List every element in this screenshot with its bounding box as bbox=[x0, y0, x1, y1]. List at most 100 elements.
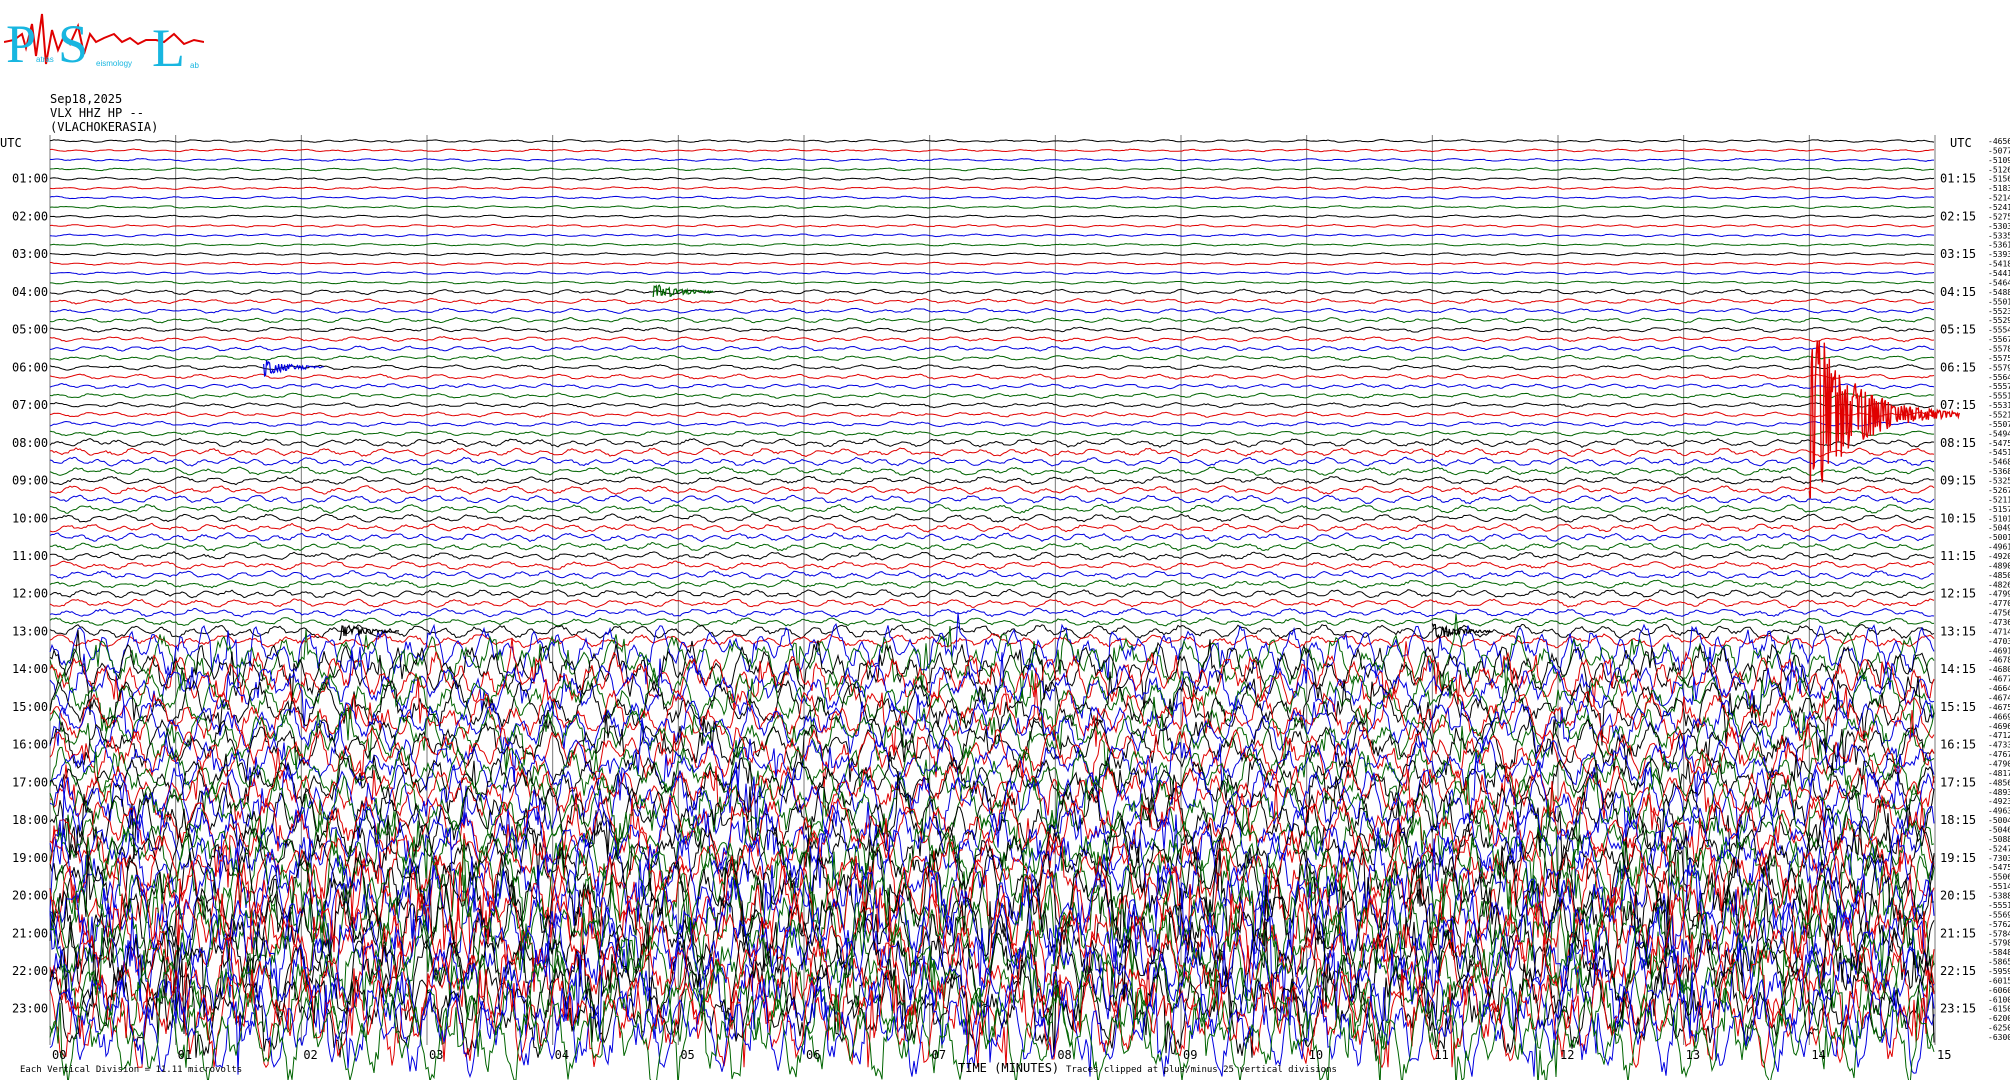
seismic-trace bbox=[49, 157, 1934, 162]
trace-offset-label: -4714 bbox=[1988, 627, 2010, 636]
right-hour-label: 16:15 bbox=[1940, 738, 1976, 752]
helicorder-chart: 01:00 02:00 03:00 04:00 05:00 06:00 07:00 08:00… bbox=[0, 135, 2010, 1080]
x-tick-label: 09 bbox=[1183, 1048, 1197, 1062]
trace-offset-label: -5567 bbox=[1988, 335, 2010, 344]
x-tick-label: 02 bbox=[303, 1048, 317, 1062]
trace-offset-label: -5798 bbox=[1988, 939, 2010, 948]
trace-offset-label: -5475 bbox=[1988, 439, 2010, 448]
left-hour-label: 15:00 bbox=[12, 700, 48, 714]
trace-offset-label: -4923 bbox=[1988, 797, 2010, 806]
right-hour-label: 19:15 bbox=[1940, 851, 1976, 865]
trace-offset-label: -5865 bbox=[1988, 958, 2010, 967]
seismic-trace bbox=[49, 430, 1934, 437]
left-hour-label: 22:00 bbox=[12, 964, 48, 978]
trace-offset-label: -6060 bbox=[1988, 986, 2010, 995]
seismic-trace bbox=[49, 298, 1935, 305]
trace-offset-label: -5303 bbox=[1988, 222, 2010, 231]
right-hour-label: 20:15 bbox=[1940, 889, 1976, 903]
trace-offset-label: -4678 bbox=[1988, 656, 2010, 665]
trace-offset-label: -4756 bbox=[1988, 609, 2010, 618]
seismic-trace bbox=[49, 569, 1935, 580]
event-mark bbox=[1808, 340, 1960, 499]
seismic-trace bbox=[49, 456, 1935, 467]
right-hour-label: 21:15 bbox=[1940, 926, 1976, 940]
right-hour-label: 17:15 bbox=[1940, 775, 1976, 789]
seismic-trace bbox=[49, 195, 1935, 200]
trace-offset-label: -5579 bbox=[1988, 363, 2010, 372]
seismic-trace bbox=[49, 588, 1935, 599]
seismic-trace bbox=[49, 485, 1935, 495]
trace-offset-label: -5393 bbox=[1988, 250, 2010, 259]
trace-offset-label: -4817 bbox=[1988, 769, 2010, 778]
trace-offset-label: -4826 bbox=[1988, 580, 2010, 589]
x-tick-label: 06 bbox=[806, 1048, 820, 1062]
right-hour-label: 06:15 bbox=[1940, 360, 1976, 374]
trace-offset-label: -5156 bbox=[1988, 175, 2010, 184]
trace-offset-label: -4920 bbox=[1988, 552, 2010, 561]
trace-offset-label: -5848 bbox=[1988, 948, 2010, 957]
right-hour-label: 23:15 bbox=[1940, 1002, 1976, 1016]
seismic-trace bbox=[49, 335, 1935, 343]
trace-offset-label: -5241 bbox=[1988, 203, 2010, 212]
left-hour-label: 10:00 bbox=[12, 511, 48, 525]
seismic-trace bbox=[49, 307, 1935, 314]
seismic-trace bbox=[49, 691, 1935, 764]
x-tick-label: 11 bbox=[1434, 1048, 1448, 1062]
chart-traces bbox=[49, 138, 1935, 1080]
left-hour-label: 07:00 bbox=[12, 398, 48, 412]
seismic-trace bbox=[49, 579, 1935, 590]
trace-offset-label: -6100 bbox=[1988, 995, 2010, 1004]
left-hour-label: 06:00 bbox=[12, 360, 48, 374]
seismic-trace bbox=[49, 420, 1935, 428]
left-hour-label: 20:00 bbox=[12, 889, 48, 903]
seismic-trace bbox=[49, 288, 1935, 296]
right-hour-label: 10:15 bbox=[1940, 511, 1976, 525]
left-hour-label: 13:00 bbox=[12, 624, 48, 638]
trace-offset-label: -7303 bbox=[1988, 854, 2010, 863]
trace-offset-label: -4664 bbox=[1988, 684, 2010, 693]
x-tick-label: 01 bbox=[178, 1048, 192, 1062]
trace-offset-label: -4656 bbox=[1988, 137, 2010, 146]
x-tick-label: 03 bbox=[429, 1048, 443, 1062]
seismic-trace bbox=[49, 401, 1935, 409]
trace-offset-label: -5157 bbox=[1988, 505, 2010, 514]
seismic-trace bbox=[49, 466, 1935, 476]
seismic-trace bbox=[50, 280, 1934, 285]
trace-offset-label: -5468 bbox=[1988, 458, 2010, 467]
right-hour-label: 01:15 bbox=[1940, 172, 1976, 186]
seismic-trace bbox=[49, 392, 1935, 399]
trace-offset-label: -4680 bbox=[1988, 665, 2010, 674]
x-tick-label: 13 bbox=[1686, 1048, 1700, 1062]
trace-offset-label: -5554 bbox=[1988, 326, 2010, 335]
left-hour-label: 16:00 bbox=[12, 738, 48, 752]
trace-offset-label: -5101 bbox=[1988, 514, 2010, 523]
trace-offset-label: -5569 bbox=[1988, 910, 2010, 919]
seismic-trace bbox=[49, 261, 1935, 266]
seismic-trace bbox=[49, 176, 1935, 181]
left-hour-label: 03:00 bbox=[12, 247, 48, 261]
seismic-trace bbox=[49, 138, 1935, 143]
trace-offset-label: -5267 bbox=[1988, 486, 2010, 495]
x-tick-label: 08 bbox=[1057, 1048, 1071, 1062]
footer-right-note: Traces clipped at plus/minus 25 vertical… bbox=[1066, 1065, 1337, 1075]
seismic-trace bbox=[49, 541, 1935, 552]
trace-offset-label: -4691 bbox=[1988, 646, 2010, 655]
left-hour-label: 17:00 bbox=[12, 775, 48, 789]
seismic-trace bbox=[49, 617, 1934, 627]
seismic-trace bbox=[49, 233, 1935, 238]
left-hour-label: 01:00 bbox=[12, 172, 48, 186]
seismic-trace bbox=[49, 522, 1935, 533]
right-hour-label: 11:15 bbox=[1940, 549, 1976, 563]
left-hour-label: 08:00 bbox=[12, 436, 48, 450]
trace-offset-label: -5521 bbox=[1988, 411, 2010, 420]
x-axis-title: TIME (MINUTES) bbox=[958, 1061, 1059, 1075]
trace-offset-label: -4890 bbox=[1988, 561, 2010, 570]
trace-offset-label: -5451 bbox=[1988, 448, 2010, 457]
seismic-trace bbox=[49, 532, 1935, 543]
trace-offset-label: -5506 bbox=[1988, 873, 2010, 882]
seismic-trace bbox=[49, 382, 1935, 390]
left-hour-label: 11:00 bbox=[12, 549, 48, 563]
trace-offset-label: -4675 bbox=[1988, 703, 2010, 712]
right-hour-label: 09:15 bbox=[1940, 474, 1976, 488]
right-hour-label: 22:15 bbox=[1940, 964, 1976, 978]
